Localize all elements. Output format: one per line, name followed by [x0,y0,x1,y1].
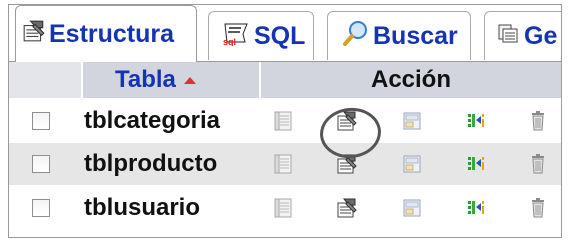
query-icon [497,21,521,52]
action-cell [260,143,561,185]
svg-text:sql: sql [223,37,236,46]
check-cell [9,143,82,185]
drop-icon[interactable] [527,153,549,175]
table-row: tblproducto [9,143,561,185]
sql-icon: sql [221,20,251,53]
sort-ascending-icon [183,77,196,85]
row-checkbox[interactable] [32,111,50,130]
tab-generar[interactable]: Ge [484,11,561,60]
tab-sql[interactable]: sql SQL [208,11,314,60]
tables-list: Tabla Acción tblcategoria tblproducto tb… [9,62,561,230]
tab-label: SQL [254,21,306,50]
insert-icon[interactable] [466,153,488,175]
search-icon[interactable] [401,197,423,219]
header-check-cell [9,62,83,98]
search-icon[interactable] [401,110,423,132]
header-label: Tabla [115,66,176,93]
table-row: tblusuario [9,185,561,230]
tab-bar: Estructura sql SQL Buscar Ge [9,5,561,62]
structure-icon [22,19,46,50]
tab-label: Buscar [373,21,458,50]
tab-label: Estructura [49,19,175,48]
action-header: Acción [260,62,561,98]
insert-icon[interactable] [466,197,488,219]
browse-icon[interactable] [272,110,294,132]
table-name[interactable]: tblusuario [82,185,260,230]
table-name[interactable]: tblproducto [82,143,260,185]
database-panel: Estructura sql SQL Buscar Ge Tabla Acció… [8,4,562,238]
structure-icon[interactable] [336,197,358,219]
search-icon [342,19,370,54]
structure-icon[interactable] [336,153,358,175]
drop-icon[interactable] [527,197,549,219]
row-checkbox[interactable] [32,198,50,217]
action-cell [260,185,561,230]
tab-label: Ge [524,21,558,50]
table-name[interactable]: tblcategoria [82,98,260,143]
drop-icon[interactable] [527,110,549,132]
structure-icon[interactable] [336,110,358,132]
table-name-header[interactable]: Tabla [82,62,261,98]
table-header-row: Tabla Acción [9,62,561,98]
tab-estructura[interactable]: Estructura [15,5,197,62]
tab-buscar[interactable]: Buscar [327,11,471,60]
search-icon[interactable] [401,153,423,175]
header-label: Acción [370,66,451,93]
check-cell [9,98,82,143]
insert-icon[interactable] [466,110,488,132]
row-checkbox[interactable] [32,155,50,173]
table-row: tblcategoria [9,98,561,143]
browse-icon[interactable] [272,197,294,219]
action-cell [260,98,561,143]
browse-icon[interactable] [272,153,294,175]
check-cell [9,185,82,230]
